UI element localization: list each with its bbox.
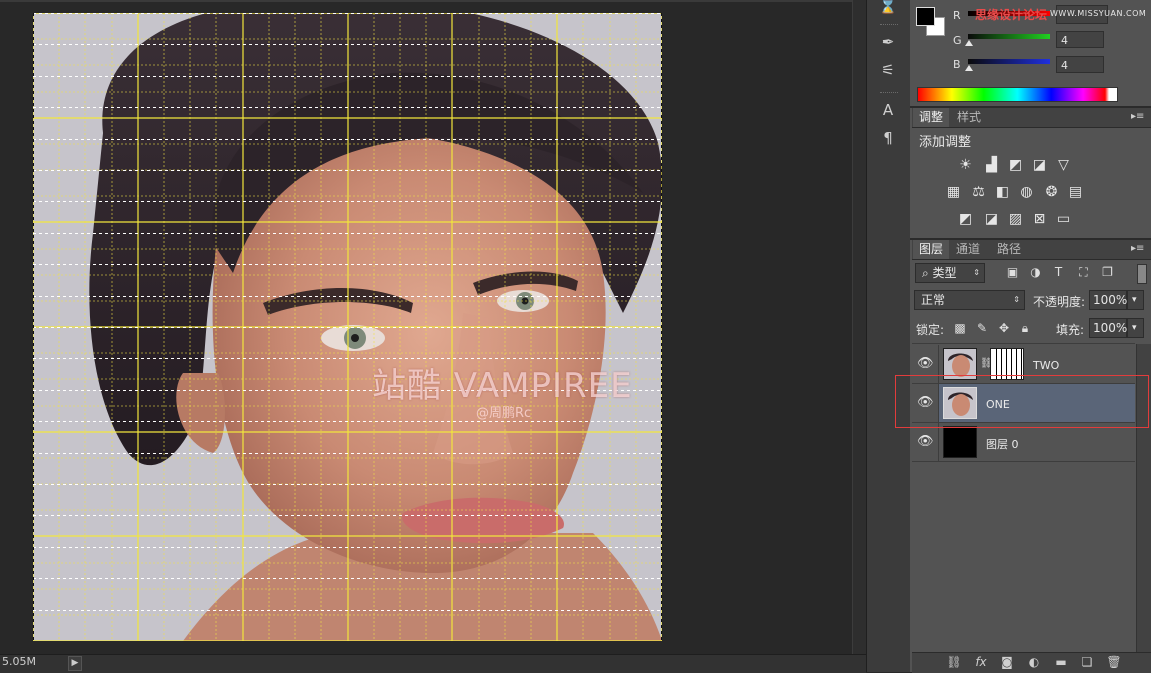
grid-overlay — [33, 13, 662, 641]
filter-smart-object-icon[interactable]: ❐ — [1100, 265, 1115, 280]
tab-channels[interactable]: 通道 — [950, 240, 986, 259]
filter-type-icon[interactable]: T — [1051, 265, 1066, 280]
brand-logo-text: 思缘设计论坛 — [975, 8, 1048, 22]
brightness-icon[interactable]: ☀ — [957, 158, 974, 173]
filter-toggle-switch[interactable] — [1137, 264, 1147, 284]
new-layer-icon[interactable]: ❏ — [1078, 654, 1096, 670]
document-image[interactable] — [33, 13, 662, 641]
document-size-readout: 5.05M — [2, 655, 36, 668]
filter-shape-icon[interactable]: ⛶ — [1076, 265, 1091, 280]
opacity-input[interactable]: 100% — [1089, 290, 1127, 310]
opacity-label: 不透明度: — [1033, 295, 1086, 309]
new-adjustment-layer-icon[interactable]: ◐ — [1025, 654, 1043, 670]
color-balance-icon[interactable]: ⚖ — [970, 185, 987, 200]
channel-label-r: R — [953, 9, 961, 22]
blend-mode-select[interactable]: 正常 ⇕ — [914, 290, 1025, 310]
annotation-highlight-box — [895, 375, 1149, 428]
delete-layer-icon[interactable]: 🗑︎ — [1105, 654, 1123, 670]
layer-filter-kind-select[interactable]: ⌕ 类型 ⇕ — [915, 263, 985, 283]
chevron-updown-icon: ⇕ — [1013, 295, 1020, 304]
lock-transparent-icon[interactable]: ▩ — [953, 321, 967, 335]
channel-value-b[interactable]: 4 — [1056, 56, 1104, 73]
levels-icon[interactable]: ▟ — [983, 158, 1000, 173]
channel-value-g[interactable]: 4 — [1056, 31, 1104, 48]
layer-thumbnail-layer0[interactable] — [943, 426, 977, 458]
filter-pixel-icon[interactable]: ▣ — [1005, 265, 1020, 280]
lock-all-icon[interactable]: 🔒︎ — [1018, 321, 1032, 335]
chevron-updown-icon: ⇕ — [973, 268, 980, 277]
photo-filter-icon[interactable]: ◍ — [1018, 185, 1035, 200]
eye-icon[interactable]: 👁︎ — [917, 356, 934, 372]
channel-label-g: G — [953, 34, 962, 47]
invert-icon[interactable]: ◩ — [957, 212, 974, 227]
channel-slider-thumb-b[interactable] — [965, 65, 973, 71]
fill-input[interactable]: 100% — [1089, 318, 1127, 338]
adjustments-title: 添加调整 — [919, 135, 972, 150]
channel-slider-b[interactable] — [968, 59, 1050, 64]
layer-filter-kind-value: 类型 — [932, 266, 957, 280]
layer-style-fx-icon[interactable]: fx — [972, 654, 990, 670]
tab-paths[interactable]: 路径 — [991, 240, 1027, 259]
posterize-icon[interactable]: ◪ — [983, 212, 1000, 227]
opacity-dropdown-button[interactable]: ▾ — [1127, 290, 1144, 310]
exposure-icon[interactable]: ◪ — [1031, 158, 1048, 173]
panel-menu-icon[interactable]: ▸≡ — [1131, 243, 1144, 254]
search-icon: ⌕ — [922, 266, 933, 280]
tab-layers[interactable]: 图层 — [913, 240, 950, 259]
tab-adjustments[interactable]: 调整 — [913, 108, 950, 127]
layer-name-two[interactable]: TWO — [1033, 359, 1059, 372]
dock-grip[interactable] — [880, 24, 898, 27]
channel-slider-thumb-g[interactable] — [965, 40, 973, 46]
dock-grip[interactable] — [880, 92, 898, 95]
curves-icon[interactable]: ◩ — [1007, 158, 1024, 173]
brand-url-text: WWW.MISSYUAN.COM — [1050, 9, 1147, 18]
eye-icon[interactable]: 👁︎ — [917, 434, 934, 450]
canvas-top-border — [0, 0, 852, 2]
fill-label: 填充: — [1056, 323, 1085, 337]
tab-styles[interactable]: 样式 — [951, 108, 987, 127]
hue-saturation-icon[interactable]: ▦ — [945, 185, 962, 200]
watermark-title: 站酷 VAMPIREE — [372, 366, 633, 406]
lock-image-icon[interactable]: ✎ — [975, 321, 989, 335]
foreground-color-swatch[interactable] — [916, 7, 935, 26]
lock-position-icon[interactable]: ✥ — [997, 321, 1011, 335]
filter-adjustment-icon[interactable]: ◑ — [1028, 265, 1043, 280]
fill-dropdown-button[interactable]: ▾ — [1127, 318, 1144, 338]
status-menu-arrow-button[interactable]: ▶ — [68, 656, 82, 671]
threshold-icon[interactable]: ▨ — [1007, 212, 1024, 227]
history-brush-icon[interactable]: ⌛ — [873, 0, 903, 18]
panel-menu-icon[interactable]: ▸≡ — [1131, 111, 1144, 122]
status-bar — [0, 654, 866, 673]
color-spectrum-bar[interactable] — [917, 87, 1118, 102]
clone-source-icon[interactable]: ⚟ — [873, 58, 903, 82]
channel-label-b: B — [953, 58, 961, 71]
canvas-vertical-scrollbar[interactable] — [852, 0, 867, 654]
vibrance-icon[interactable]: ▽ — [1055, 158, 1072, 173]
new-group-icon[interactable]: ▬ — [1052, 654, 1070, 670]
color-lookup-icon[interactable]: ▤ — [1067, 185, 1084, 200]
gradient-map-icon[interactable]: ▭ — [1055, 212, 1072, 227]
channel-mixer-icon[interactable]: ❂ — [1043, 185, 1060, 200]
layer-name-layer0[interactable]: 图层 0 — [986, 436, 1019, 452]
layers-list-top-border — [912, 343, 1135, 344]
channel-slider-g[interactable] — [968, 34, 1050, 39]
watermark-author: @周鹏Rc — [476, 406, 532, 421]
lock-label: 锁定: — [916, 323, 945, 337]
link-layers-icon[interactable]: ⛓ — [945, 654, 963, 670]
selective-color-icon[interactable]: ⊠ — [1031, 212, 1048, 227]
brush-presets-icon[interactable]: ✒ — [873, 30, 903, 54]
blend-mode-value: 正常 — [921, 293, 946, 307]
black-white-icon[interactable]: ◧ — [994, 185, 1011, 200]
add-mask-icon[interactable]: ◙ — [998, 654, 1016, 670]
paragraph-icon[interactable]: ¶ — [873, 126, 903, 150]
character-icon[interactable]: A — [873, 98, 903, 122]
